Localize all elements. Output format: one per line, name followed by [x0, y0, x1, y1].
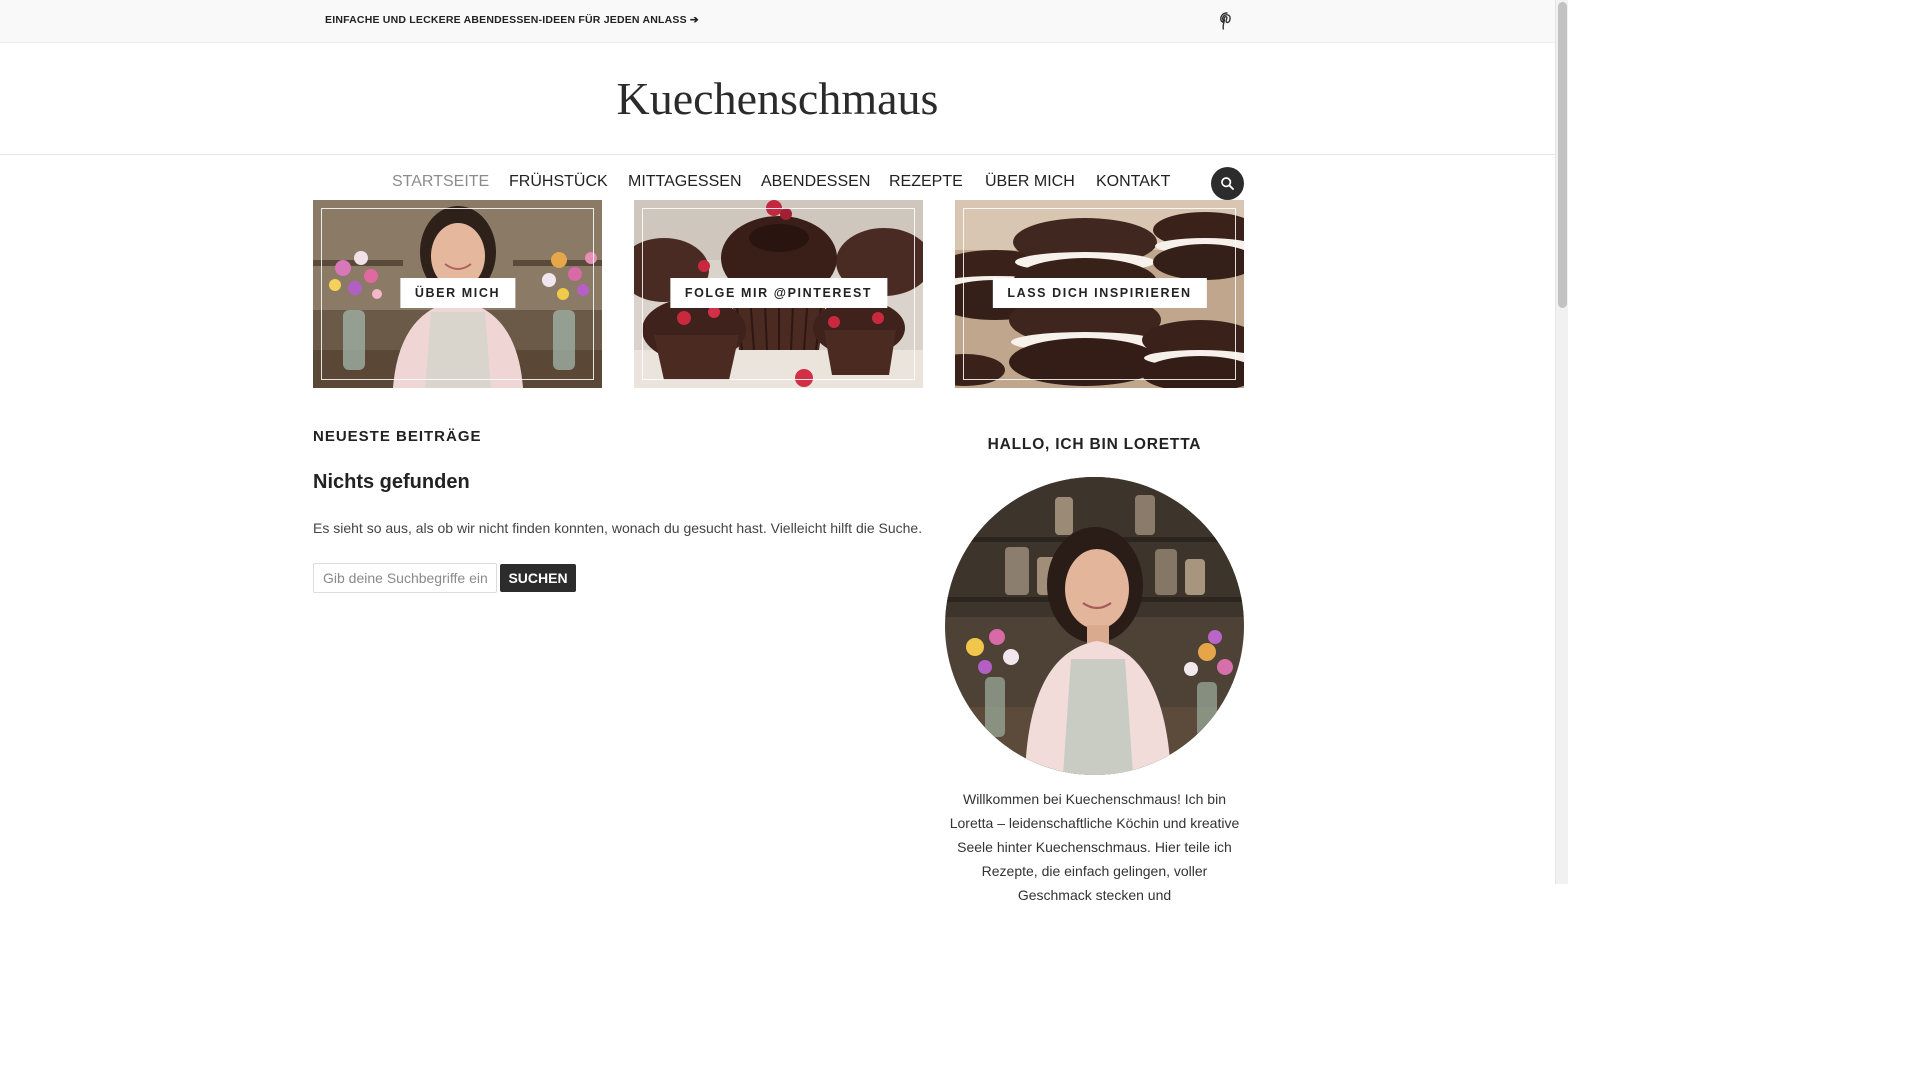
nav-search-button[interactable] — [1211, 167, 1244, 200]
site-title[interactable]: Kuechenschmaus — [0, 72, 1555, 125]
search-icon — [1221, 177, 1234, 190]
header-divider — [0, 154, 1555, 155]
promo-tile-inspiration[interactable]: LASS DICH INSPIRIEREN — [955, 200, 1244, 388]
nav-item-ueber-mich[interactable]: ÜBER MICH — [985, 173, 1075, 191]
topbar-promo-link[interactable]: EINFACHE UND LECKERE ABENDESSEN-IDEEN FÜ… — [325, 14, 699, 26]
search-input[interactable] — [313, 563, 497, 593]
nav-item-mittagessen[interactable]: MITTAGESSEN — [628, 173, 742, 191]
search-submit-button[interactable]: SUCHEN — [500, 564, 576, 592]
scrollbar-thumb[interactable] — [1558, 2, 1567, 308]
page-scrollbar[interactable] — [1555, 0, 1568, 884]
author-photo — [945, 477, 1244, 775]
main-navigation: STARTSEITE FRÜHSTÜCK MITTAGESSEN ABENDES… — [0, 173, 1555, 195]
nav-item-kontakt[interactable]: KONTAKT — [1096, 173, 1170, 191]
nav-item-rezepte[interactable]: REZEPTE — [889, 173, 963, 191]
top-bar: EINFACHE UND LECKERE ABENDESSEN-IDEEN FÜ… — [0, 0, 1555, 43]
pinterest-icon[interactable] — [1219, 12, 1235, 30]
sidebar-about-text: Willkommen bei Kuechenschmaus! Ich bin L… — [949, 791, 1240, 903]
nothing-found-text: Es sieht so aus, als ob wir nicht finden… — [313, 520, 923, 536]
tile-label-inspiration[interactable]: LASS DICH INSPIRIEREN — [992, 278, 1207, 308]
author-portrait — [945, 477, 1244, 775]
promo-tile-about[interactable]: ÜBER MICH — [313, 200, 602, 388]
nothing-found-title: Nichts gefunden — [313, 471, 470, 493]
tile-label-pinterest[interactable]: FOLGE MIR @PINTEREST — [669, 278, 888, 308]
nav-item-startseite[interactable]: STARTSEITE — [392, 173, 489, 191]
sidebar-about-title: HALLO, ICH BIN LORETTA — [987, 436, 1202, 453]
nav-item-fruehstueck[interactable]: FRÜHSTÜCK — [509, 173, 608, 191]
latest-posts-heading: NEUESTE BEITRÄGE — [313, 428, 482, 445]
nav-item-abendessen[interactable]: ABENDESSEN — [761, 173, 870, 191]
promo-tile-pinterest[interactable]: FOLGE MIR @PINTEREST — [634, 200, 923, 388]
tile-label-about[interactable]: ÜBER MICH — [399, 278, 516, 308]
